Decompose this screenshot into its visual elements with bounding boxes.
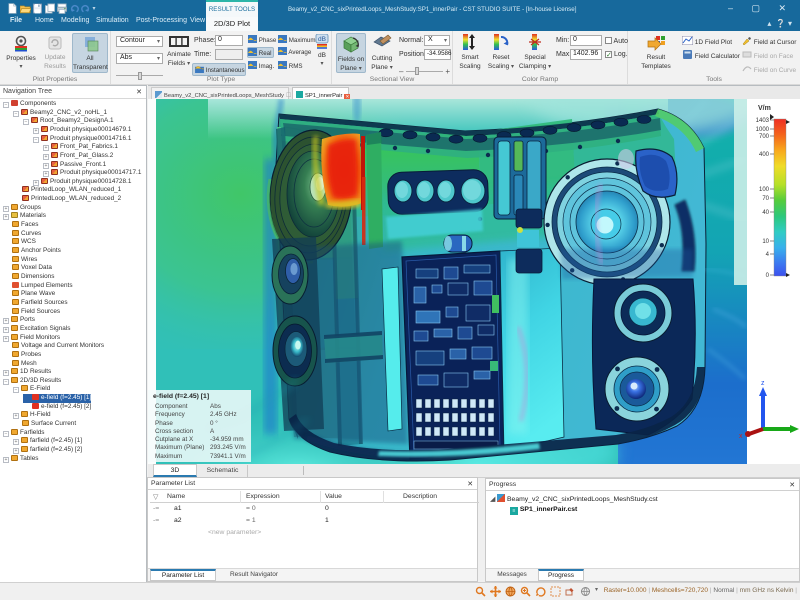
svg-text:100: 100 xyxy=(759,187,770,193)
svg-text:dB: dB xyxy=(318,36,326,43)
svg-text:700: 700 xyxy=(759,134,770,140)
svg-text:z: z xyxy=(761,380,765,387)
svg-text:x: x xyxy=(739,433,743,440)
svg-text:40: 40 xyxy=(762,210,769,216)
svg-text:70: 70 xyxy=(762,196,769,202)
svg-text:1000: 1000 xyxy=(756,127,770,133)
svg-text:V/m: V/m xyxy=(758,105,771,112)
svg-text:10: 10 xyxy=(762,239,769,245)
svg-text:1403: 1403 xyxy=(756,118,770,124)
svg-text:400: 400 xyxy=(759,152,770,158)
